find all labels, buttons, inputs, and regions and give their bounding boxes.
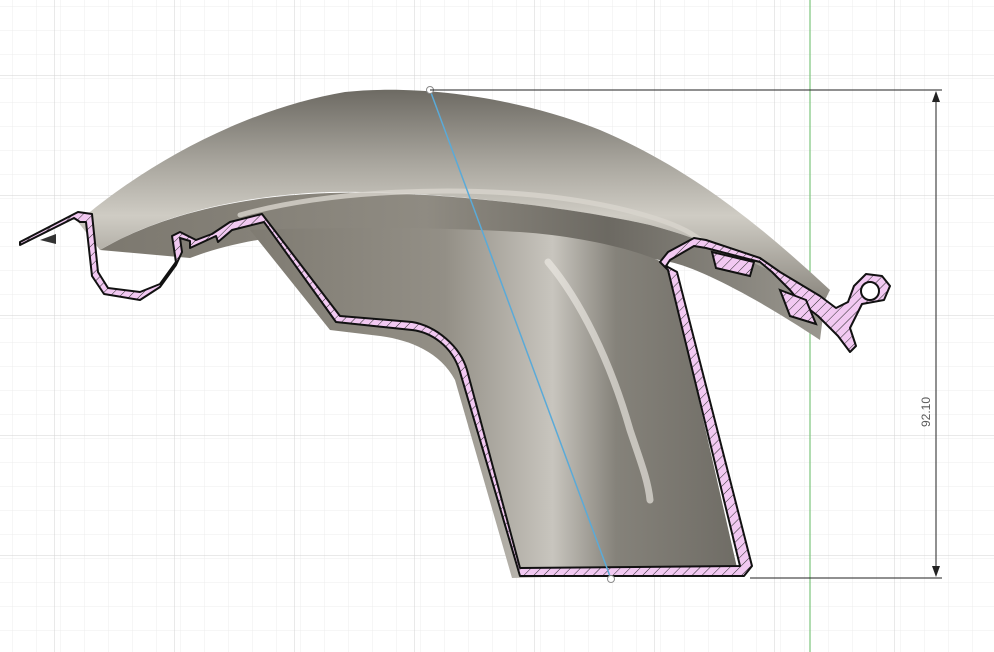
dimension-value[interactable]: 92.10 xyxy=(919,397,933,427)
hook-hole xyxy=(860,281,880,301)
canvas-svg[interactable]: 92.10 xyxy=(0,0,994,652)
design-canvas[interactable]: 92.10 xyxy=(0,0,994,652)
measure-end-point[interactable] xyxy=(607,575,615,583)
